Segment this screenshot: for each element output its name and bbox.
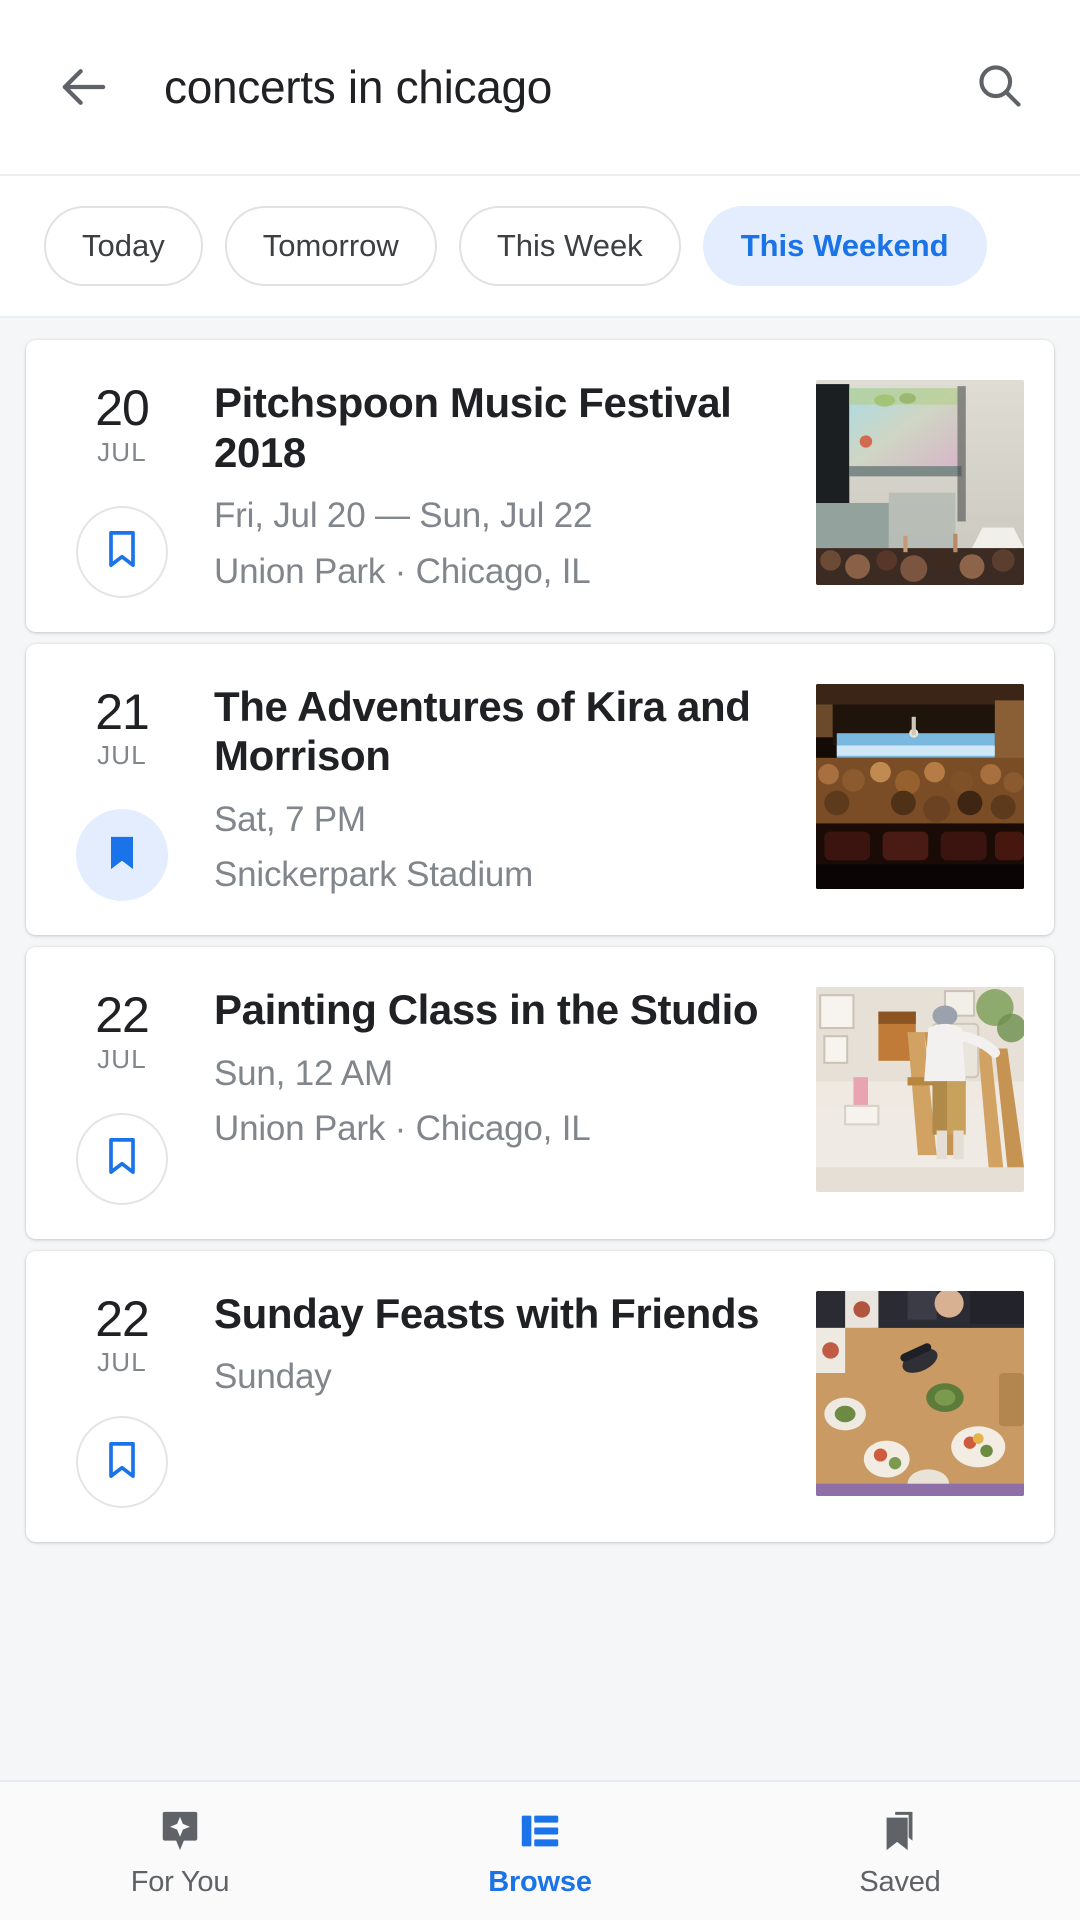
painting-studio-easel-photo	[816, 987, 1024, 1192]
event-date-column: 20 JUL	[56, 378, 188, 598]
event-thumbnail	[816, 987, 1024, 1192]
event-title: Sunday Feasts with Friends	[214, 1289, 760, 1337]
search-button[interactable]	[964, 52, 1034, 122]
event-month: JUL	[97, 1347, 147, 1377]
bookmark-button[interactable]	[76, 809, 168, 901]
event-thumbnail	[816, 683, 1024, 889]
event-date-column: 21 JUL	[56, 682, 188, 901]
event-date-column: 22 JUL	[56, 985, 188, 1205]
event-month: JUL	[97, 436, 147, 467]
event-info: Pitchspoon Music Festival 2018 Fri, Jul …	[188, 378, 816, 598]
event-info: The Adventures of Kira and Morrison Sat,…	[188, 682, 816, 902]
event-card[interactable]: 22 JUL Sunday Feasts with Friends Sunday	[26, 1250, 1054, 1542]
date-filter-chips: Today Tomorrow This Week This Weekend	[0, 176, 1080, 318]
event-month: JUL	[97, 1043, 147, 1074]
event-info: Painting Class in the Studio Sun, 12 AM …	[188, 985, 816, 1205]
event-venue: Snickerpark Stadium	[214, 855, 534, 895]
bookmark-outline-icon	[100, 527, 144, 576]
event-datetime: Fri, Jul 20 — Sun, Jul 22	[214, 496, 593, 536]
event-info: Sunday Feasts with Friends Sunday	[188, 1289, 816, 1509]
chip-today[interactable]: Today	[44, 206, 203, 286]
app-screen: concerts in chicago Today Tomorrow This …	[0, 0, 1080, 1920]
event-venue: Union Park · Chicago, IL	[214, 1109, 591, 1149]
event-card[interactable]: 22 JUL Painting Class in the Studio Sun,…	[26, 947, 1054, 1239]
search-icon	[973, 59, 1025, 116]
concert-hall-audience-photo	[816, 683, 1024, 889]
search-bar: concerts in chicago	[0, 0, 1080, 176]
event-thumbnail	[816, 380, 1024, 585]
event-datetime: Sun, 12 AM	[214, 1053, 393, 1093]
event-day: 22	[95, 1290, 150, 1347]
search-input[interactable]: concerts in chicago	[122, 60, 964, 114]
event-day: 22	[95, 987, 150, 1043]
event-title: Pitchspoon Music Festival 2018	[214, 379, 732, 476]
event-venue: Union Park · Chicago, IL	[214, 551, 591, 591]
event-date-column: 22 JUL	[56, 1289, 188, 1508]
sparkle-bubble-icon	[157, 1804, 203, 1858]
nav-label: Saved	[859, 1865, 941, 1898]
nav-item-for-you[interactable]: For You	[0, 1804, 360, 1899]
bookmark-outline-icon	[100, 1438, 144, 1487]
event-datetime: Sat, 7 PM	[214, 799, 366, 839]
event-card[interactable]: 20 JUL Pitchspoon Music Festival 2018 Fr…	[26, 340, 1054, 632]
nav-item-browse[interactable]: Browse	[360, 1804, 720, 1899]
event-datetime: Sunday	[214, 1357, 332, 1397]
event-month: JUL	[97, 740, 147, 770]
bookmark-button[interactable]	[76, 505, 168, 598]
list-icon	[517, 1804, 563, 1858]
bookmark-filled-icon	[100, 831, 144, 880]
event-day: 21	[95, 683, 150, 740]
music-festival-stage-crowd-photo	[816, 380, 1024, 585]
bookmark-outline-icon	[100, 1134, 144, 1183]
chip-tomorrow[interactable]: Tomorrow	[224, 206, 437, 286]
nav-label: For You	[130, 1865, 230, 1898]
arrow-left-icon	[57, 60, 111, 114]
bottom-navigation: For You Browse Saved	[0, 1780, 1080, 1920]
event-card[interactable]: 21 JUL The Adventures of Kira and Morris…	[26, 643, 1054, 935]
bookmarks-icon	[877, 1804, 923, 1858]
chip-this-week[interactable]: This Week	[458, 206, 681, 286]
bookmark-button[interactable]	[76, 1112, 168, 1205]
nav-item-saved[interactable]: Saved	[720, 1804, 1080, 1899]
event-list[interactable]: 20 JUL Pitchspoon Music Festival 2018 Fr…	[0, 318, 1080, 1920]
dinner-table-food-overhead-photo	[816, 1290, 1024, 1496]
nav-label: Browse	[488, 1865, 592, 1898]
event-title: The Adventures of Kira and Morrison	[214, 682, 751, 780]
event-day: 20	[95, 380, 150, 436]
event-title: Painting Class in the Studio	[214, 986, 759, 1033]
chip-this-weekend[interactable]: This Weekend	[702, 206, 987, 286]
bookmark-button[interactable]	[76, 1416, 168, 1508]
back-button[interactable]	[46, 49, 122, 125]
event-thumbnail	[816, 1290, 1024, 1496]
